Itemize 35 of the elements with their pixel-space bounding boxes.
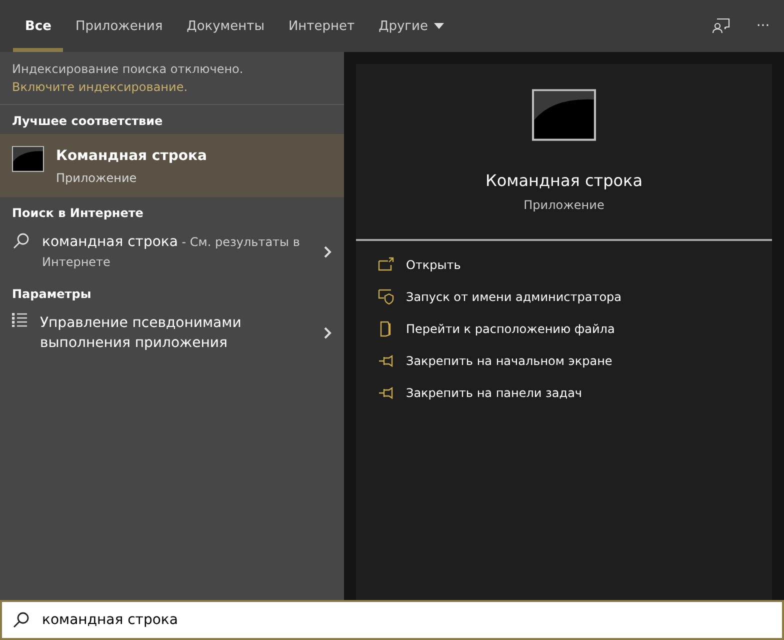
terminal-icon <box>532 89 596 141</box>
search-input[interactable]: командная строка <box>40 611 782 629</box>
action-item[interactable]: Закрепить на начальном экране <box>378 351 772 371</box>
action-item[interactable]: Открыть <box>378 255 772 275</box>
action-item[interactable]: Закрепить на панели задач <box>378 383 772 403</box>
tab[interactable]: Другие <box>366 0 456 52</box>
enable-indexing-link[interactable]: Включите индексирование. <box>12 80 332 94</box>
pin-icon <box>378 385 394 401</box>
list-icon <box>12 313 28 327</box>
tab[interactable]: Приложения <box>63 0 175 52</box>
shield-icon <box>378 289 394 305</box>
pin-icon <box>378 353 394 369</box>
person-speech-icon <box>712 18 730 34</box>
section-heading: Поиск в Интернете <box>11 205 144 222</box>
action-item[interactable]: Перейти к расположению файла <box>378 319 772 339</box>
chevron-right-icon <box>324 327 332 339</box>
section-heading: Лучшее соответствие <box>11 113 164 130</box>
section-heading: Параметры <box>11 286 92 303</box>
preview-subtitle: Приложение <box>524 198 604 212</box>
search-icon <box>12 232 30 250</box>
chevron-right-icon <box>324 246 332 258</box>
more-button[interactable]: ··· <box>742 0 784 52</box>
search-field[interactable]: командная строка <box>0 600 784 640</box>
tab[interactable]: Интернет <box>276 0 367 52</box>
action-item[interactable]: Запуск от имени администратора <box>378 287 772 307</box>
indexing-notice: Индексирование поиска отключено. <box>12 62 244 76</box>
web-search-text: командная строка - См. результаты в Интернете <box>42 233 301 271</box>
settings-item[interactable]: Управление псевдонимами выполнения приложения <box>0 307 344 359</box>
open-window-icon <box>378 257 394 273</box>
web-search-item[interactable]: командная строка - См. результаты в Интернете <box>0 226 344 278</box>
terminal-icon <box>12 146 44 172</box>
tab[interactable]: Документы <box>174 0 276 52</box>
preview-title: Командная строка <box>485 171 643 190</box>
search-icon <box>12 611 30 629</box>
best-match-item[interactable]: Командная строка Приложение <box>0 134 344 197</box>
